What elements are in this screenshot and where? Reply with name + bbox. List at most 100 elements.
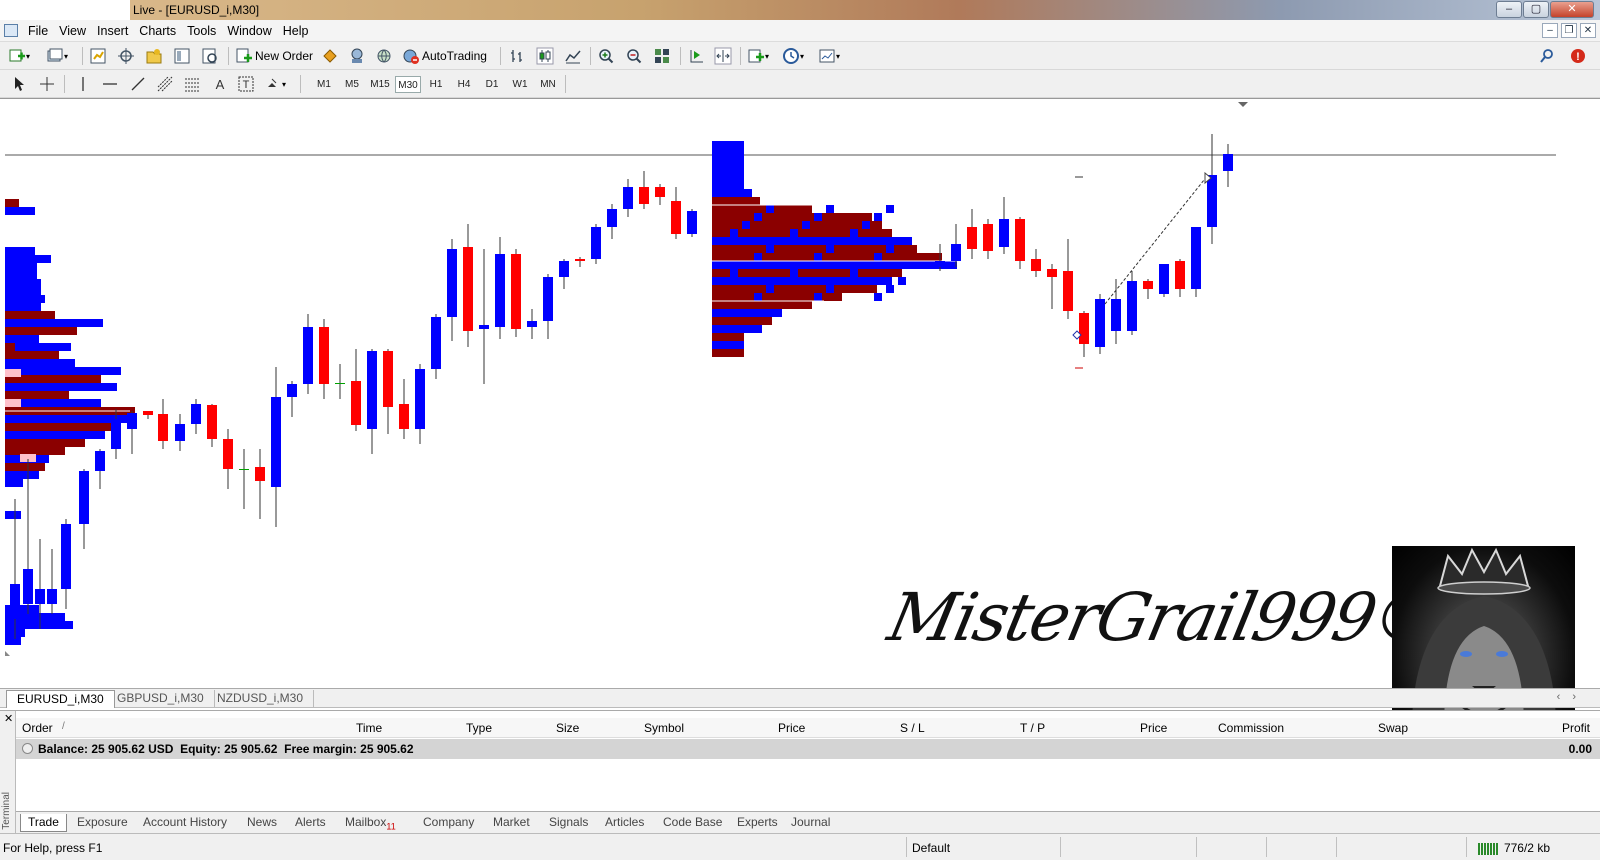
zoom-in-button[interactable] <box>597 46 615 66</box>
corner-resize-icon[interactable] <box>5 651 10 656</box>
search-button[interactable] <box>1538 46 1556 66</box>
horizontal-line-button[interactable] <box>101 74 119 94</box>
candle-body[interactable] <box>527 321 537 327</box>
menu-view[interactable]: View <box>57 24 95 38</box>
candle-body[interactable] <box>303 327 313 384</box>
candle-body[interactable] <box>511 254 521 329</box>
candle-body[interactable] <box>431 317 441 369</box>
new-chart-button[interactable]: ▾ <box>8 46 30 66</box>
metaeditor-button[interactable] <box>348 46 366 66</box>
timeframe-m5[interactable]: M5 <box>339 76 365 93</box>
candle-body[interactable] <box>1207 175 1217 227</box>
menu-window[interactable]: Window <box>225 24 280 38</box>
timeframe-m1[interactable]: M1 <box>311 76 337 93</box>
candle-body[interactable] <box>1143 281 1153 289</box>
templates-button[interactable]: ▾ <box>818 46 840 66</box>
terminal-button[interactable] <box>173 46 191 66</box>
tab-alerts[interactable]: Alerts <box>288 814 333 832</box>
candle-body[interactable] <box>158 414 168 441</box>
candle-body[interactable] <box>559 261 569 277</box>
candle-body[interactable] <box>1015 219 1025 261</box>
navigator-button[interactable] <box>145 46 163 66</box>
candle-body[interactable] <box>1031 259 1041 271</box>
tab-journal[interactable]: Journal <box>784 814 837 832</box>
candle-body[interactable] <box>607 209 617 227</box>
timeframe-m30[interactable]: M30 <box>395 76 421 93</box>
tab-mailbox[interactable]: Mailbox11 <box>338 814 403 832</box>
candle-body[interactable] <box>1175 261 1185 289</box>
trendline-button[interactable] <box>129 74 147 94</box>
candle-body[interactable] <box>143 411 153 415</box>
candle-body[interactable] <box>127 413 137 429</box>
signals-button[interactable] <box>321 46 339 66</box>
candle-body[interactable] <box>1111 299 1121 331</box>
text-label-button[interactable]: T <box>237 74 255 94</box>
candle-body[interactable] <box>951 244 961 261</box>
candle-body[interactable] <box>335 383 345 384</box>
candlestick-button[interactable] <box>536 46 554 66</box>
timeframe-w1[interactable]: W1 <box>507 76 533 93</box>
autoscroll-button[interactable] <box>714 46 732 66</box>
candle-body[interactable] <box>639 187 649 204</box>
candle-body[interactable] <box>399 404 409 429</box>
candle-body[interactable] <box>983 224 993 251</box>
tester-button[interactable] <box>201 46 219 66</box>
col-time[interactable]: Time <box>356 721 382 735</box>
candle-body[interactable] <box>575 259 585 261</box>
scroll-marker-icon[interactable] <box>1238 102 1248 107</box>
chart-tab-nzdusd[interactable]: NZDUSD_i,M30 <box>207 690 315 708</box>
bar-chart-button[interactable] <box>508 46 526 66</box>
chart-tab-eurusd[interactable]: EURUSD_i,M30 <box>6 690 115 708</box>
candle-body[interactable] <box>687 211 697 234</box>
candle-body[interactable] <box>271 397 281 487</box>
col-tp[interactable]: T / P <box>1020 721 1045 735</box>
menu-tools[interactable]: Tools <box>185 24 225 38</box>
candle-body[interactable] <box>1047 269 1057 277</box>
col-order[interactable]: Order <box>22 721 53 735</box>
tab-news[interactable]: News <box>240 814 284 832</box>
tile-windows-button[interactable] <box>653 46 671 66</box>
col-commission[interactable]: Commission <box>1218 721 1284 735</box>
timeframe-h1[interactable]: H1 <box>423 76 449 93</box>
timeframe-m15[interactable]: M15 <box>367 76 393 93</box>
zoom-out-button[interactable] <box>625 46 643 66</box>
minimize-button[interactable]: – <box>1496 1 1522 18</box>
candle-body[interactable] <box>623 187 633 209</box>
menu-file[interactable]: File <box>26 24 57 38</box>
candle-body[interactable] <box>287 384 297 397</box>
timeframe-mn[interactable]: MN <box>535 76 561 93</box>
periods-button[interactable]: ▾ <box>782 46 804 66</box>
candle-body[interactable] <box>1223 154 1233 171</box>
tab-exposure[interactable]: Exposure <box>70 814 135 832</box>
mdi-minimize-button[interactable]: – <box>1542 23 1558 38</box>
tab-market[interactable]: Market <box>486 814 537 832</box>
candle-body[interactable] <box>1191 227 1201 289</box>
candle-body[interactable] <box>671 201 681 234</box>
candle-body[interactable] <box>1095 299 1105 347</box>
indicators-button[interactable]: ▾ <box>747 46 769 66</box>
line-chart-button[interactable] <box>564 46 582 66</box>
candle-body[interactable] <box>207 405 217 439</box>
tab-company[interactable]: Company <box>416 814 481 832</box>
equidistant-channel-button[interactable] <box>156 74 174 94</box>
col-type[interactable]: Type <box>466 721 492 735</box>
candle-body[interactable] <box>47 589 57 604</box>
candle-body[interactable] <box>1079 313 1089 344</box>
tab-code-base[interactable]: Code Base <box>656 814 729 832</box>
col-profit[interactable]: Profit <box>1562 721 1590 735</box>
candle-body[interactable] <box>10 584 20 619</box>
candle-body[interactable] <box>463 247 473 331</box>
mdi-restore-button[interactable]: ❐ <box>1561 23 1577 38</box>
close-button[interactable]: ✕ <box>1550 1 1594 18</box>
candle-body[interactable] <box>415 369 425 429</box>
candle-body[interactable] <box>479 325 489 329</box>
new-order-button[interactable]: New Order <box>235 46 313 66</box>
candle-body[interactable] <box>935 261 945 267</box>
candle-body[interactable] <box>95 451 105 471</box>
market-watch-button[interactable] <box>89 46 107 66</box>
candle-body[interactable] <box>367 351 377 429</box>
vertical-line-button[interactable] <box>74 74 92 94</box>
candle-body[interactable] <box>111 419 121 449</box>
tab-scroll-arrows[interactable]: ‹› <box>1557 691 1588 703</box>
candle-body[interactable] <box>655 187 665 197</box>
